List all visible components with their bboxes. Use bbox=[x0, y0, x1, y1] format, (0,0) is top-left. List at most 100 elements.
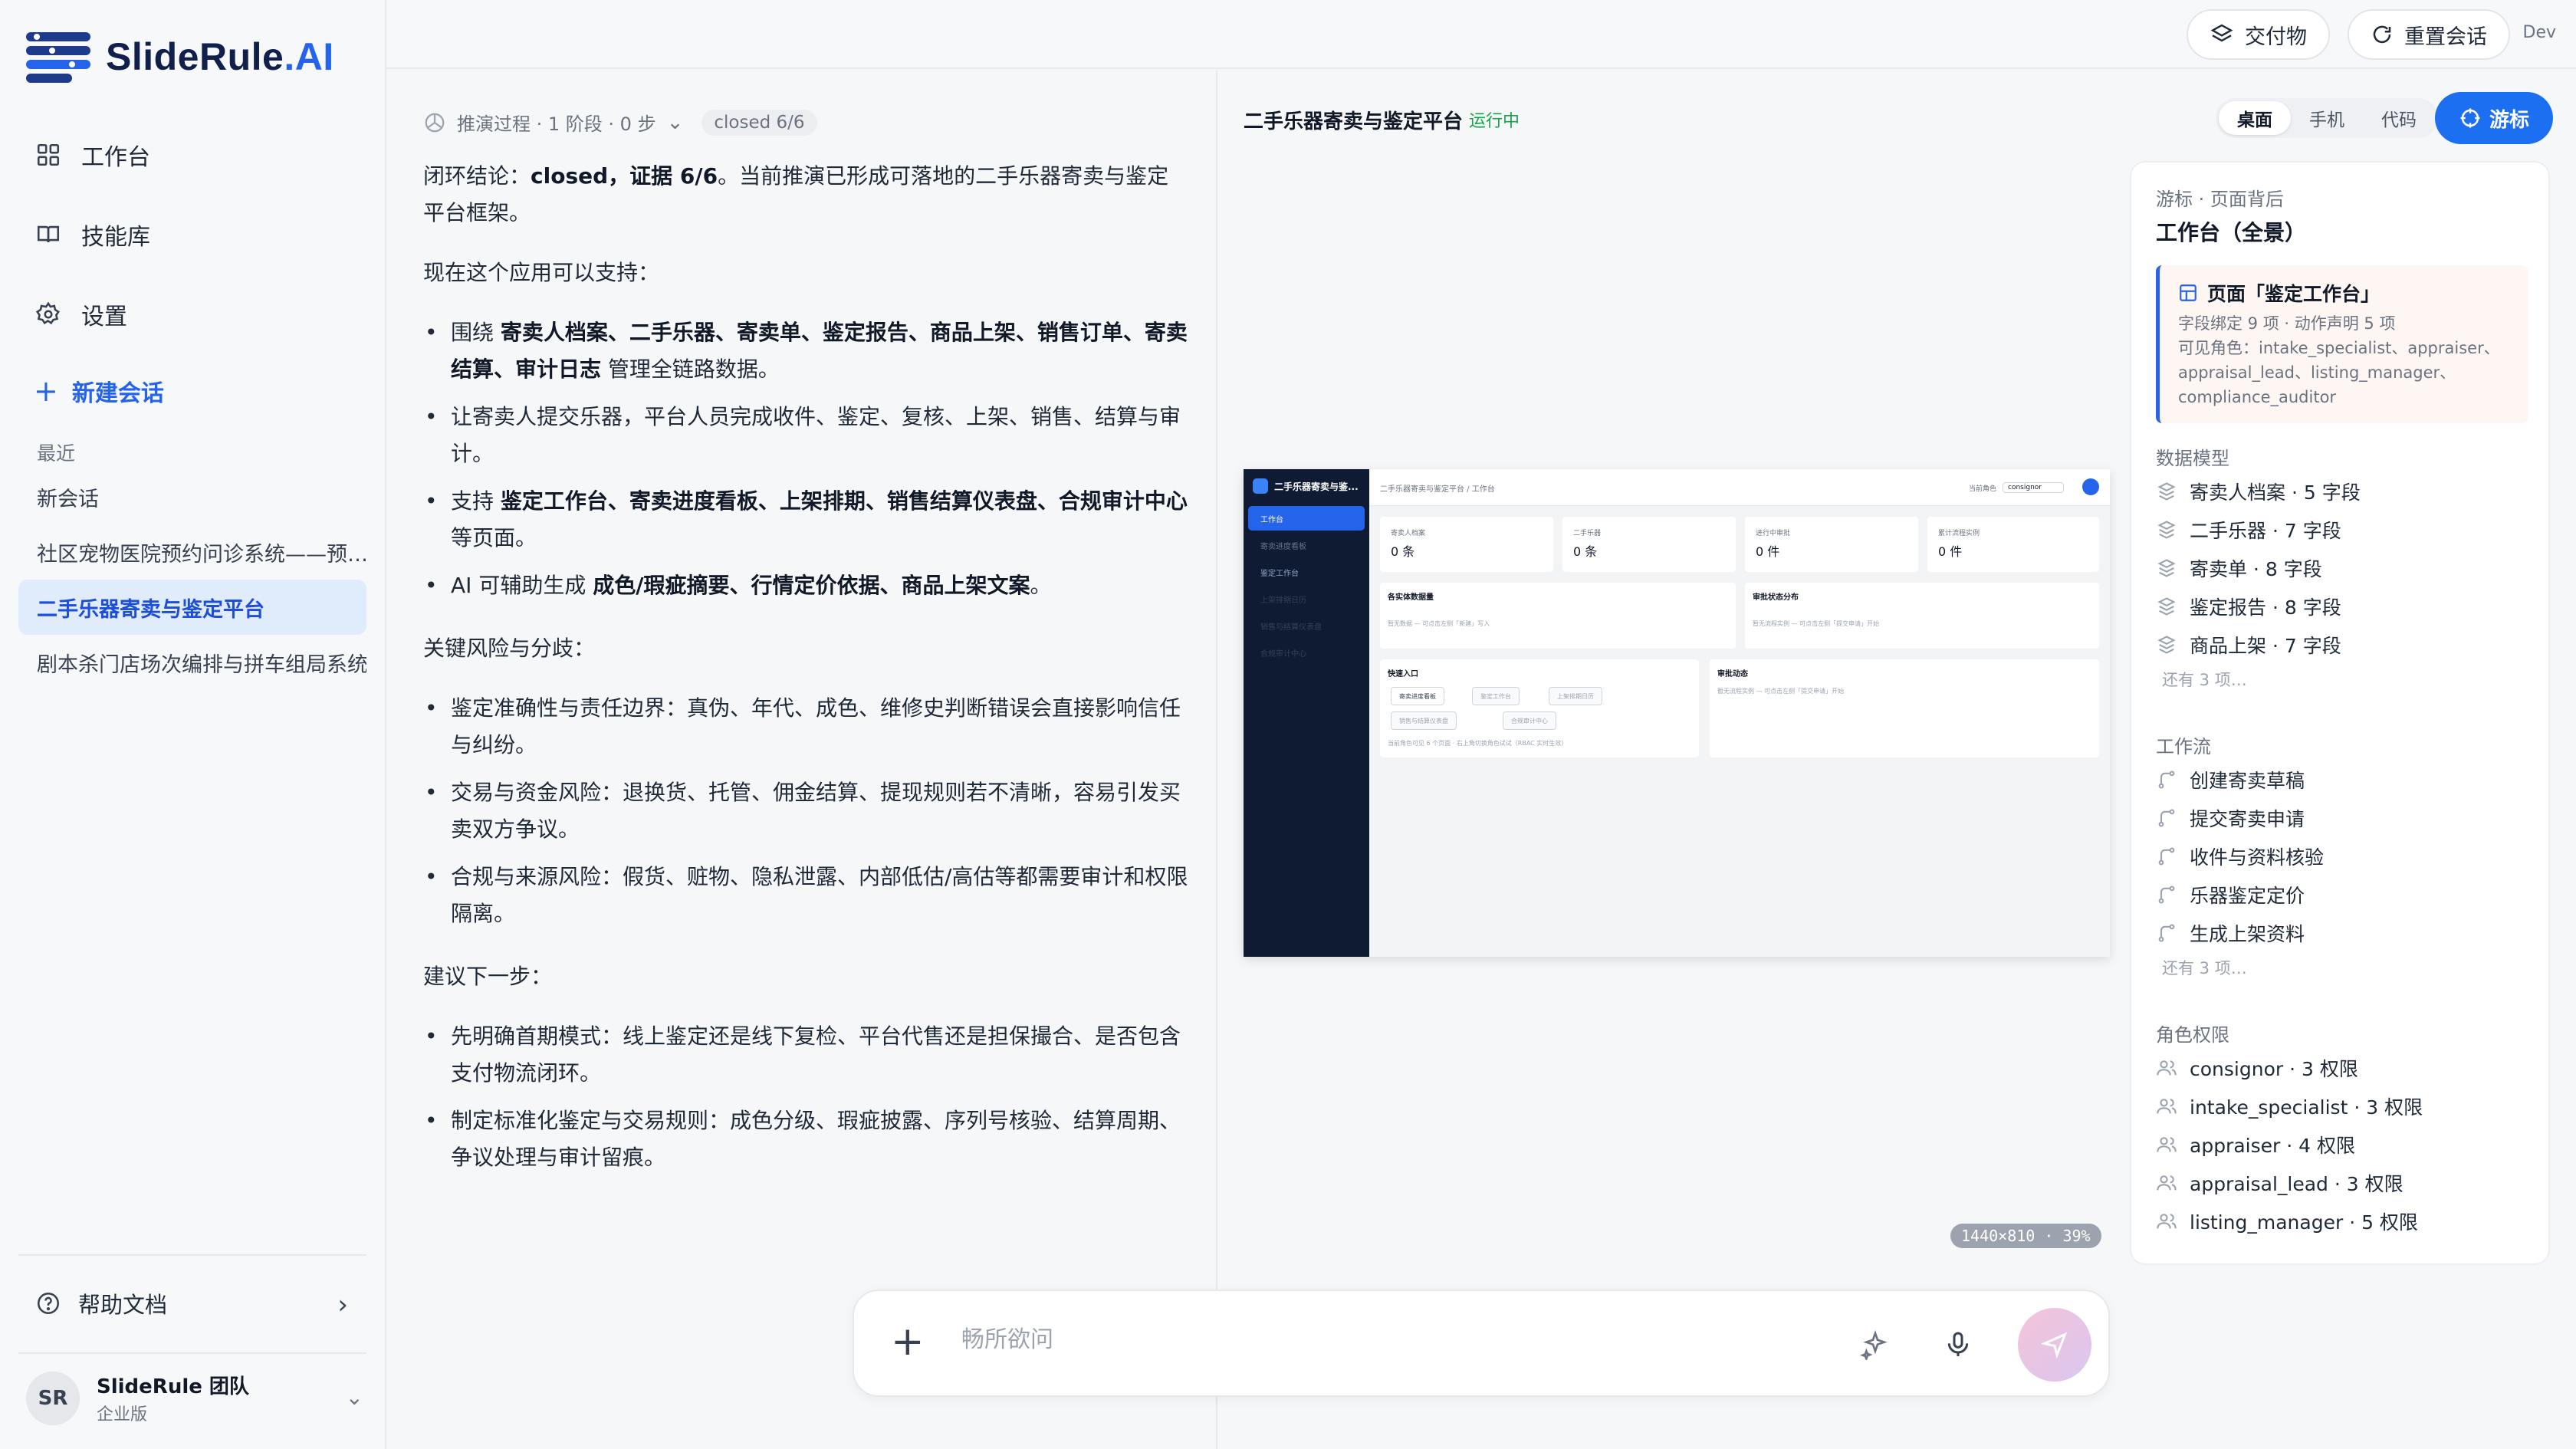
mini-nav-item[interactable]: 上架排期日历 bbox=[1248, 586, 1365, 611]
list-item[interactable]: 乐器鉴定定价 bbox=[2156, 876, 2532, 914]
tab-desktop[interactable]: 桌面 bbox=[2219, 101, 2291, 135]
list-item: 合规与来源风险：假货、赃物、隐私泄露、内部低估/高估等都需要审计和权限隔离。 bbox=[423, 859, 1190, 932]
list-item[interactable]: 生成上架资料 bbox=[2156, 914, 2532, 952]
dev-label: Dev bbox=[2522, 23, 2557, 42]
mini-quick-panel: 快速入口 寄卖进度看板 鉴定工作台 上架排期日历 销售与结算仪表盘 合规审计中心… bbox=[1380, 659, 1699, 757]
mini-nav-item[interactable]: 合规审计中心 bbox=[1248, 640, 1365, 665]
app-preview-frame[interactable]: 二手乐器寄卖与鉴... 工作台 寄卖进度看板 鉴定工作台 上架排期日历 销售与结… bbox=[1244, 469, 2110, 957]
recent-list: 新会话 社区宠物医院预约问诊系统——预… 二手乐器寄卖与鉴定平台 剧本杀门店场次… bbox=[18, 469, 366, 690]
list-item[interactable]: appraiser · 4 权限 bbox=[2156, 1125, 2532, 1164]
mini-quick-link[interactable]: 上架排期日历 bbox=[1549, 687, 1602, 705]
list-item[interactable]: 提交寄卖申请 bbox=[2156, 799, 2532, 837]
next-heading: 建议下一步： bbox=[423, 964, 553, 989]
conclusion: 闭环结论：closed，证据 6/6。当前推演已形成可落地的二手乐器寄卖与鉴定平… bbox=[423, 163, 1169, 225]
mini-quick-link[interactable]: 销售与结算仪表盘 bbox=[1391, 711, 1457, 730]
reasoning-toggle[interactable]: 推演过程 · 1 阶段 · 0 步 ⌄ closed 6/6 bbox=[423, 109, 817, 136]
more-link[interactable]: 还有 3 项… bbox=[2156, 664, 2532, 695]
team-plan: 企业版 bbox=[97, 1405, 148, 1424]
mini-quick-link[interactable]: 合规审计中心 bbox=[1503, 711, 1556, 730]
chevron-down-icon: ⌄ bbox=[345, 1385, 363, 1410]
sparkle-icon[interactable] bbox=[1860, 1329, 1891, 1360]
mini-nav-item[interactable]: 寄卖进度看板 bbox=[1248, 533, 1365, 557]
mini-quick-link[interactable]: 鉴定工作台 bbox=[1472, 687, 1520, 705]
recent-item[interactable]: 剧本杀门店场次编排与拼车组局系统 bbox=[18, 635, 366, 690]
support-heading: 现在这个应用可以支持： bbox=[423, 260, 660, 285]
list-item[interactable]: intake_specialist · 3 权限 bbox=[2156, 1087, 2532, 1125]
page-card[interactable]: 页面「鉴定工作台」 字段绑定 9 项 · 动作声明 5 项 可见角色：intak… bbox=[2156, 265, 2528, 423]
zoom-indicator: 1440×810 · 39% bbox=[1950, 1224, 2101, 1248]
reset-session-button[interactable]: 重置会话 bbox=[2348, 9, 2510, 60]
more-link[interactable]: 还有 3 项… bbox=[2156, 952, 2532, 983]
mini-stat-card: 累计流程实例 0 件 bbox=[1927, 517, 2099, 572]
tab-mobile[interactable]: 手机 bbox=[2291, 101, 2363, 135]
deliverables-button[interactable]: 交付物 bbox=[2187, 9, 2330, 60]
tab-code[interactable]: 代码 bbox=[2363, 101, 2435, 135]
list-item[interactable]: 寄卖单 · 8 字段 bbox=[2156, 549, 2532, 587]
recent-item-active[interactable]: 二手乐器寄卖与鉴定平台 bbox=[18, 580, 366, 635]
database-icon bbox=[2157, 597, 2176, 616]
team-name: SlideRule 团队 bbox=[97, 1375, 249, 1398]
branch-icon bbox=[2158, 770, 2175, 789]
list-item[interactable]: consignor · 3 权限 bbox=[2156, 1049, 2532, 1087]
list-item[interactable]: 收件与资料核验 bbox=[2156, 837, 2532, 876]
recent-item[interactable]: 社区宠物医院预约问诊系统——预… bbox=[18, 524, 366, 580]
mini-nav-item[interactable]: 销售与结算仪表盘 bbox=[1248, 613, 1365, 638]
nav-label: 技能库 bbox=[81, 224, 150, 251]
list-item[interactable]: 寄卖人档案 · 5 字段 bbox=[2156, 472, 2532, 511]
mini-brand: 二手乐器寄卖与鉴... bbox=[1253, 478, 1359, 494]
chevron-right-icon: › bbox=[337, 1290, 348, 1320]
divider bbox=[18, 1352, 366, 1354]
next-list: 先明确首期模式：线上鉴定还是线下复检、平台代售还是担保撮合、是否包含支付物流闭环… bbox=[423, 1018, 1190, 1176]
list-item: 支持 鉴定工作台、寄卖进度看板、上架排期、销售结算仪表盘、合规审计中心 等页面。 bbox=[423, 483, 1190, 557]
nav-label: 设置 bbox=[81, 304, 127, 330]
attach-plus-icon[interactable]: + bbox=[891, 1322, 925, 1362]
mini-role-select[interactable]: 当前角色 consignor bbox=[1969, 482, 2064, 493]
chat-panel: 推演过程 · 1 阶段 · 0 步 ⌄ closed 6/6 闭环结论：clos… bbox=[386, 71, 1217, 1449]
preview-title: 二手乐器寄卖与鉴定平台 bbox=[1244, 110, 1464, 133]
list-item[interactable]: 商品上架 · 7 字段 bbox=[2156, 626, 2532, 664]
nav-label: 工作台 bbox=[81, 144, 150, 171]
mini-nav-item[interactable]: 鉴定工作台 bbox=[1248, 560, 1365, 584]
plus-icon: + bbox=[34, 374, 58, 408]
help-docs-button[interactable]: 帮助文档 › bbox=[18, 1274, 366, 1332]
logo[interactable]: SlideRule.AI bbox=[26, 29, 334, 84]
view-mode-switch: 桌面 手机 代码 bbox=[2216, 98, 2438, 138]
sidebar: SlideRule.AI 工作台 技能库 设置 + 新建会话 最近 新会话 社区… bbox=[0, 0, 386, 1449]
microphone-icon[interactable] bbox=[1943, 1329, 1973, 1360]
list-item[interactable]: appraisal_lead · 3 权限 bbox=[2156, 1164, 2532, 1202]
preview-panel: 二手乐器寄卖与鉴定平台 运行中 桌面 手机 代码 游标 二手乐器寄卖与鉴... … bbox=[1219, 71, 2576, 1449]
mini-panel: 审批动态 暂无流程实例 — 可点击左侧「提交申请」开始 bbox=[1710, 659, 2099, 757]
mini-quick-link[interactable]: 寄卖进度看板 bbox=[1391, 687, 1444, 705]
branch-icon bbox=[2158, 924, 2175, 942]
closed-badge: closed 6/6 bbox=[702, 109, 817, 136]
mini-stat-card: 进行中审批 0 件 bbox=[1745, 517, 1918, 572]
workflow-list: 创建寄卖草稿 提交寄卖申请 收件与资料核验 乐器鉴定定价 生成上架资料 还有 3… bbox=[2156, 761, 2532, 983]
mini-logo-icon bbox=[1253, 478, 1268, 494]
list-item[interactable]: 鉴定报告 · 8 字段 bbox=[2156, 587, 2532, 626]
database-icon bbox=[2157, 636, 2176, 654]
list-item[interactable]: listing_manager · 5 权限 bbox=[2156, 1202, 2532, 1240]
divider bbox=[18, 1254, 366, 1256]
layout-icon bbox=[2180, 284, 2196, 301]
list-item[interactable]: 创建寄卖草稿 bbox=[2156, 761, 2532, 799]
recent-item[interactable]: 新会话 bbox=[18, 469, 366, 524]
mini-nav-item[interactable]: 工作台 bbox=[1248, 506, 1365, 531]
users-icon bbox=[2157, 1099, 2177, 1114]
list-item[interactable]: 二手乐器 · 7 字段 bbox=[2156, 511, 2532, 549]
page-card-title: 页面「鉴定工作台」 bbox=[2207, 283, 2380, 305]
new-chat-button[interactable]: + 新建会话 bbox=[34, 374, 164, 408]
team-switcher[interactable]: SR SlideRule 团队 企业版 ⌄ bbox=[26, 1371, 363, 1425]
page-card-fields: 字段绑定 9 项 · 动作声明 5 项 bbox=[2178, 314, 2396, 333]
nav-item-settings[interactable]: 设置 bbox=[18, 274, 366, 354]
list-item: AI 可辅助生成 成色/瑕疵摘要、行情定价依据、商品上架文案。 bbox=[423, 567, 1190, 604]
help-icon bbox=[37, 1292, 60, 1315]
list-item: 制定标准化鉴定与交易规则：成色分级、瑕疵披露、序列号核验、结算周期、争议处理与审… bbox=[423, 1102, 1190, 1176]
mini-breadcrumb: 二手乐器寄卖与鉴定平台 / 工作台 bbox=[1380, 485, 1495, 494]
message-input[interactable] bbox=[961, 1326, 1881, 1353]
nav-item-skills[interactable]: 技能库 bbox=[18, 195, 366, 274]
gear-icon bbox=[35, 301, 60, 325]
cursor-button[interactable]: 游标 bbox=[2435, 92, 2553, 144]
send-button[interactable] bbox=[2018, 1308, 2091, 1382]
nav-item-workbench[interactable]: 工作台 bbox=[18, 115, 366, 195]
database-icon bbox=[2157, 482, 2176, 501]
